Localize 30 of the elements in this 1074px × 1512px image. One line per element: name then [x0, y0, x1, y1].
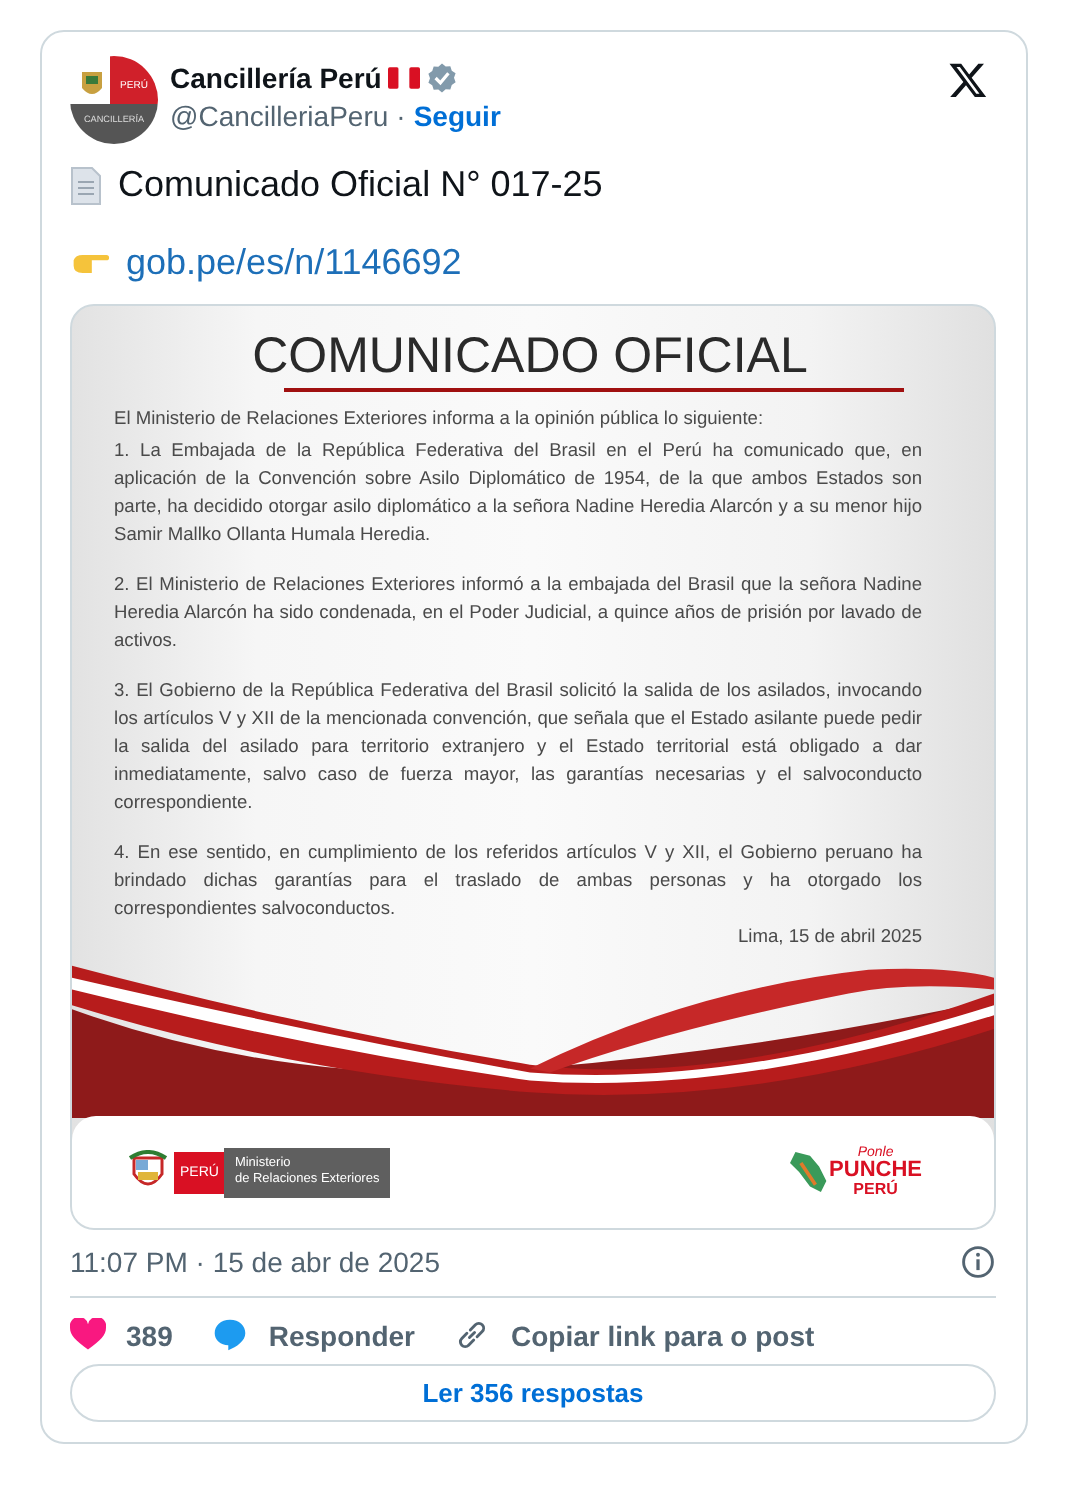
verified-badge-icon — [425, 62, 458, 94]
info-icon[interactable] — [960, 1244, 996, 1280]
author-handle[interactable]: @CancilleriaPeru — [170, 100, 389, 132]
flag-icon — [387, 66, 420, 90]
document-paragraph: 4. En ese sentido, en cumplimiento de los referidos artículos V y XII, el Gobierno peruano ha brindado dichas garantías para el traslado de ambas personas y ha otorgado los correspondientes salvoconductos. — [114, 840, 922, 922]
document-paragraph: 2. El Ministerio de Relaciones Exteriores informó a la embajada del Brasil que la señora Nadine Heredia Alarcón ha sido condenada, en el Poder Judicial, a quince años de prisión por lavado de activos. — [114, 572, 922, 654]
copy-link-button[interactable]: Copiar link para o post — [454, 1314, 815, 1356]
post-link[interactable]: gob.pe/es/n/1146692 — [126, 242, 462, 284]
author-name[interactable]: Cancillería Perú — [170, 62, 382, 94]
document-paragraph: 1. La Embajada de la República Federativa del Brasil en el Perú ha comunicado que, en aplicación de la Convención sobre Asilo Diplomático de 1954, de la que ambos Estados son parte, ha decidido otorgar asilo diplomático a la señora Nadine Heredia Alarcón y a su menor hijo Samir Mallko Ollanta Humala Heredia. — [114, 438, 922, 548]
speech-bubble-icon — [212, 1318, 249, 1352]
reply-button[interactable]: Responder — [212, 1314, 415, 1356]
place-date: Lima, 15 de abril 2025 — [736, 924, 922, 950]
separator: · — [396, 100, 406, 132]
x-logo-icon[interactable] — [948, 60, 988, 100]
campaign-word: PERÚ — [853, 1182, 898, 1198]
follow-link[interactable]: Seguir — [413, 100, 501, 132]
pointing-hand-icon — [70, 249, 110, 277]
like-button[interactable]: 389 — [70, 1314, 173, 1356]
link-icon — [454, 1318, 491, 1352]
document-title: COMUNICADO OFICIAL — [250, 326, 810, 386]
post-text: Comunicado Oficial N° 017-25 — [118, 164, 603, 206]
document-intro: El Ministerio de Relaciones Exteriores informa a la opinión pública lo siguiente: — [114, 406, 766, 432]
document-paragraph: 3. El Gobierno de la República Federativa del Brasil solicitó la salida de los asilados, invocando los artículos V y XII de la mencionada convención, que señala que el Estado asilante puede pedir la salida del asilado para territorio extranjero y el Estado territorial está obligado a dar inmediatamente, salvo caso de fuerza mayor, las garantías necesarias y el salvoconducto correspondiente. — [114, 678, 922, 816]
timestamp[interactable]: 11:07 PM · 15 de abr de 2025 — [70, 1246, 440, 1278]
campaign-word: PUNCHE — [829, 1160, 922, 1182]
document-image[interactable] — [70, 304, 996, 1230]
read-replies-button[interactable]: Ler 356 respostas — [70, 1364, 996, 1422]
heart-icon — [70, 1318, 106, 1352]
document-icon — [70, 165, 102, 205]
